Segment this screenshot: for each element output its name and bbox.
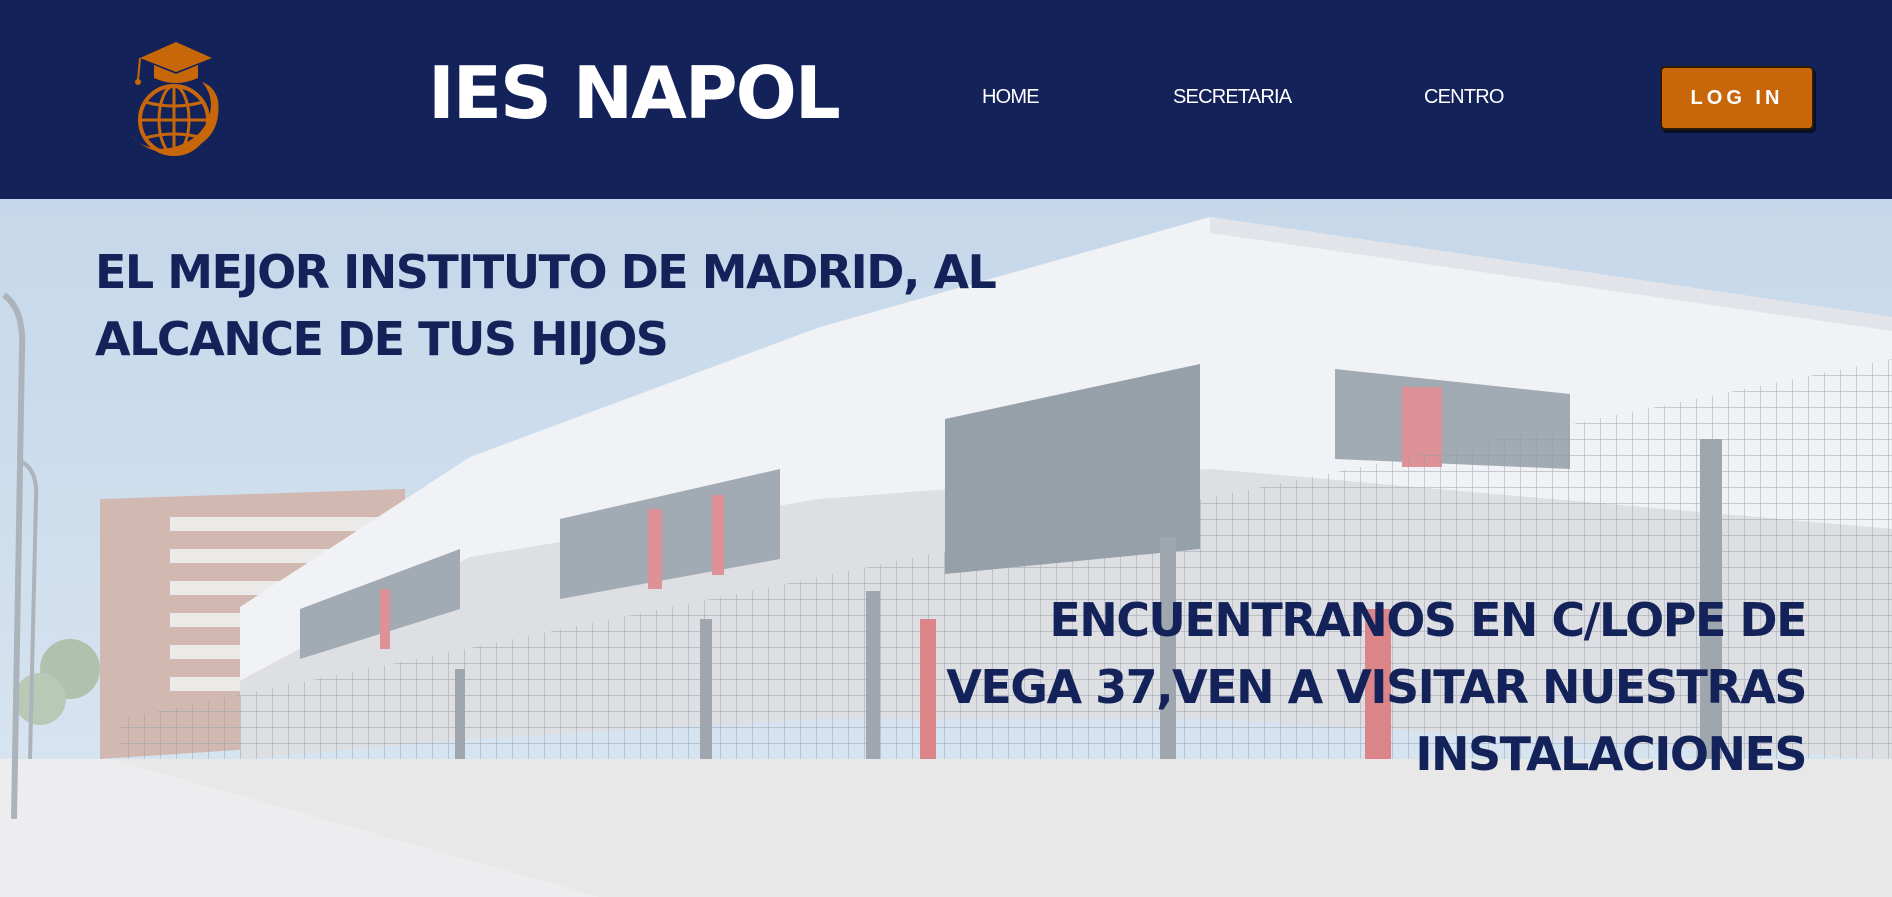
hero-tagline: EL MEJOR INSTITUTO DE MADRID, AL ALCANCE… — [95, 245, 997, 366]
nav-secretaria[interactable]: SECRETARIA — [1173, 86, 1292, 109]
site-header: IES NAPOL HOME SECRETARIA CENTRO LOG IN — [0, 0, 1892, 199]
page: IES NAPOL HOME SECRETARIA CENTRO LOG IN — [0, 0, 1892, 897]
hero-section: EL MEJOR INSTITUTO DE MADRID, AL ALCANCE… — [0, 199, 1892, 897]
nav-home[interactable]: HOME — [982, 86, 1040, 109]
hero-address-text: ENCUENTRANOS EN C/LOPE DE VEGA 37,VEN A … — [946, 593, 1807, 781]
nav-centro[interactable]: CENTRO — [1424, 86, 1504, 109]
graduation-cap-globe-icon[interactable] — [124, 38, 228, 160]
site-title: IES NAPOL — [428, 51, 841, 135]
login-button[interactable]: LOG IN — [1660, 66, 1814, 130]
hero-address: ENCUENTRANOS EN C/LOPE DE VEGA 37,VEN A … — [930, 587, 1807, 788]
